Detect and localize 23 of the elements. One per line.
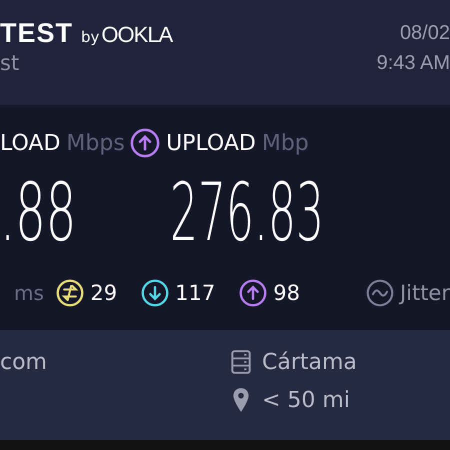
server-name: Cártama bbox=[262, 350, 357, 374]
latency-value: 117 bbox=[175, 281, 216, 305]
latency-value: 98 bbox=[273, 281, 300, 305]
speed-value: 276.83 bbox=[170, 168, 324, 258]
provider-name: com bbox=[0, 350, 47, 375]
result-label: LOAD bbox=[0, 130, 60, 156]
jitter-label: Jitter bbox=[400, 281, 450, 305]
logo-byline: by bbox=[81, 28, 100, 46]
jitter-icon bbox=[366, 279, 394, 307]
server-distance: < 50 mi bbox=[262, 388, 350, 412]
unit-label: Mbp bbox=[262, 130, 309, 156]
app-logo: TEST bbox=[0, 18, 74, 49]
latency-value: 29 bbox=[90, 281, 118, 305]
result-label: UPLOAD bbox=[166, 130, 256, 156]
speed-value: .88 bbox=[0, 168, 78, 258]
server-icon bbox=[230, 349, 252, 375]
brand-logo: OOKLA bbox=[101, 22, 172, 48]
upload-icon bbox=[130, 128, 160, 158]
test-date: 08/02 bbox=[400, 21, 450, 46]
test-time: 9:43 AM bbox=[376, 51, 450, 76]
ping-unit: ms bbox=[13, 281, 45, 305]
unit-label: Mbps bbox=[66, 130, 125, 156]
subtitle: st bbox=[0, 51, 20, 75]
